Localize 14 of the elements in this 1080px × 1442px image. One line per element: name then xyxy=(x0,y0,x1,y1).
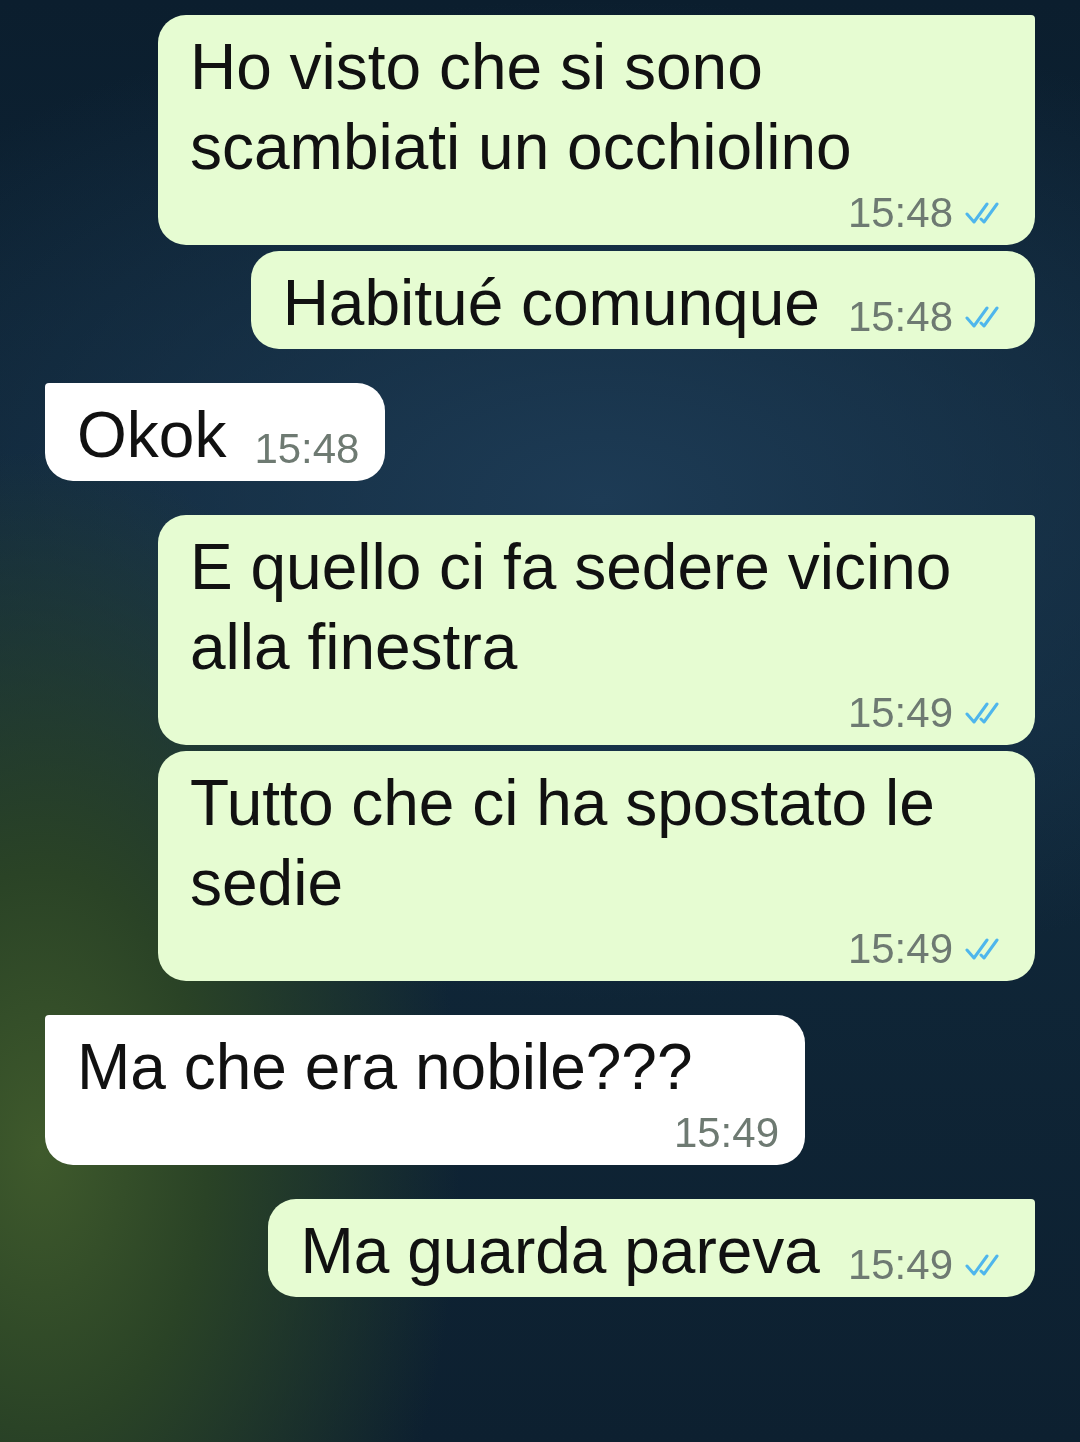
message-time: 15:49 xyxy=(847,1240,953,1290)
message-text: Habitué comunque xyxy=(282,266,820,341)
message-text: Ma che era nobile??? xyxy=(77,1030,693,1105)
message-time: 15:48 xyxy=(847,292,953,342)
message-time: 15:49 xyxy=(673,1108,779,1158)
message-time: 15:49 xyxy=(847,688,953,738)
message-text: E quello ci fa sedere vicino alla finestra xyxy=(190,530,953,685)
message-text: Ho visto che si sono scambiati un occhiolino xyxy=(190,30,853,185)
message-time: 15:48 xyxy=(847,188,953,238)
message-time: 15:49 xyxy=(847,924,953,974)
message-text: Tutto che ci ha spostato le sedie xyxy=(190,766,936,921)
message-time: 15:48 xyxy=(254,424,360,474)
message-text: Ma guarda pareva xyxy=(300,1214,820,1289)
message-text: Okok xyxy=(77,398,227,473)
